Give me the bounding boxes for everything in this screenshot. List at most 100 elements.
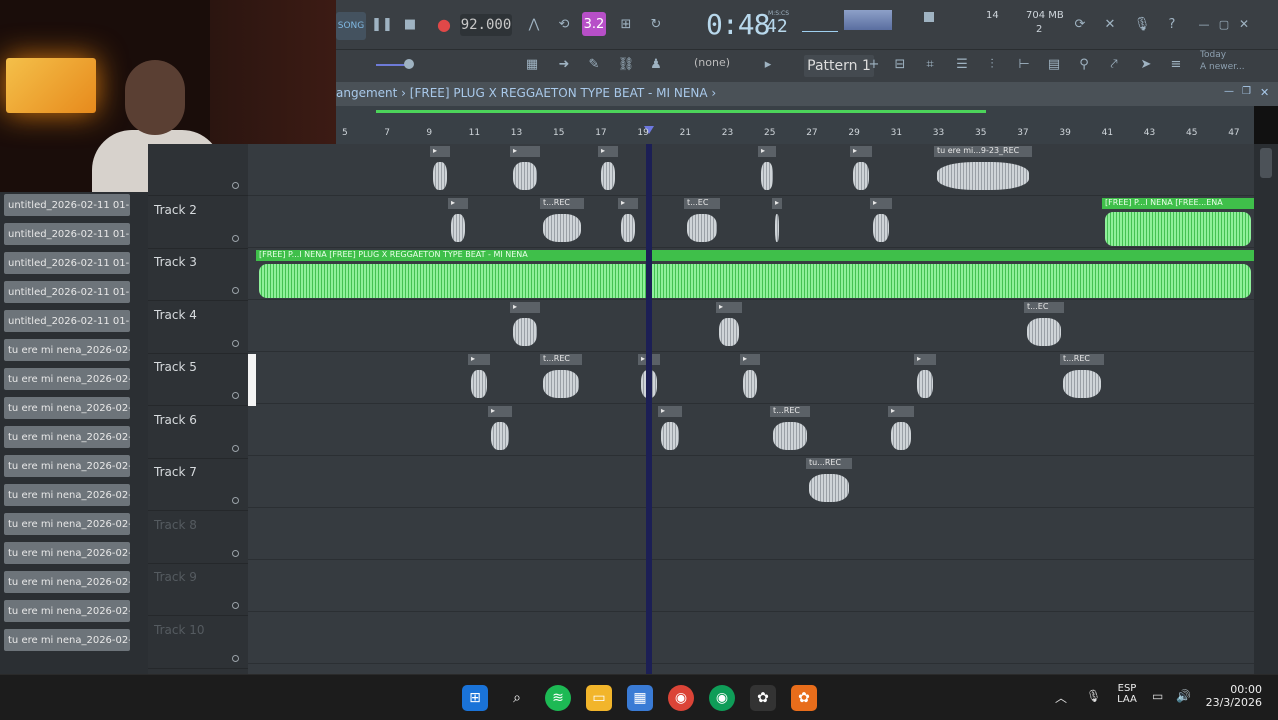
plugin-icon[interactable]: ⚲ — [1072, 52, 1096, 76]
chrome-icon[interactable]: ◉ — [668, 685, 694, 711]
browser-sample-item[interactable]: tu ere mi nena_2026-02-... — [4, 629, 130, 651]
piano-roll-icon[interactable]: ▦ — [520, 52, 544, 76]
playlist-restore-icon[interactable]: ❐ — [1242, 86, 1251, 97]
close-icon[interactable]: ✕ — [1232, 12, 1256, 36]
vertical-scrollbar[interactable] — [1254, 144, 1278, 674]
menu-icon[interactable]: ≡ — [1164, 52, 1188, 76]
audio-clip[interactable]: ▸ — [618, 198, 638, 246]
track-select-icon[interactable] — [232, 497, 239, 504]
track-header[interactable]: Track 8 — [148, 512, 248, 564]
audio-clip[interactable]: tu ere mi...9-23_REC — [934, 146, 1032, 194]
track-select-icon[interactable] — [232, 654, 239, 662]
arrow-right-small-icon[interactable]: ▸ — [756, 52, 780, 76]
microphone-icon[interactable]: 🎙 — [1130, 12, 1154, 36]
audio-clip[interactable]: [FREE] P...I NENA [FREE...ENA — [1102, 198, 1254, 246]
breadcrumb[interactable]: angement › [FREE] PLUG X REGGAETON TYPE … — [336, 86, 716, 100]
playlist-minimize-icon[interactable]: — — [1224, 86, 1234, 97]
audio-clip[interactable]: t...EC — [1024, 302, 1064, 350]
file-icon[interactable]: ▤ — [1042, 52, 1066, 76]
browser-sample-item[interactable]: tu ere mi nena_2026-02-... — [4, 426, 130, 448]
audio-clip[interactable]: ▸ — [510, 146, 540, 194]
audio-clip[interactable]: ▸ — [716, 302, 742, 350]
tempo-display[interactable]: 92.000 — [460, 14, 512, 36]
refresh-icon[interactable]: ⟳ — [1068, 12, 1092, 36]
audio-clip[interactable]: ▸ — [758, 146, 776, 194]
audio-clip[interactable]: tu...REC — [806, 458, 852, 506]
browser-sample-item[interactable]: tu ere mi nena_2026-02-... — [4, 339, 130, 361]
spotify-icon[interactable]: ≋ — [545, 685, 571, 711]
mixer-icon[interactable]: ⫶ — [980, 52, 1004, 76]
master-pitch-knob[interactable] — [404, 59, 414, 69]
track-header[interactable]: Track 9 — [148, 564, 248, 616]
audio-clip[interactable]: t...REC — [540, 354, 582, 402]
audio-clip[interactable]: ▸ — [488, 406, 512, 454]
playhead[interactable] — [646, 144, 652, 674]
track-select-icon[interactable] — [232, 182, 239, 189]
audio-clip[interactable]: t...REC — [1060, 354, 1104, 402]
browser-sample-item[interactable]: tu ere mi nena_2026-02-... — [4, 484, 130, 506]
browser-sample-item[interactable]: tu ere mi nena_2026-02-... — [4, 368, 130, 390]
track-header[interactable]: Track 7 — [148, 459, 248, 511]
loop-record-icon[interactable]: ↻ — [644, 12, 668, 36]
audio-clip[interactable]: t...REC — [770, 406, 810, 454]
language-indicator[interactable]: ESP LAA — [1110, 683, 1144, 705]
store-icon[interactable]: ▦ — [627, 685, 653, 711]
browser-sample-item[interactable]: untitled_2026-02-11 01-... — [4, 281, 130, 303]
chrome-profile-icon[interactable]: ◉ — [709, 685, 735, 711]
audio-clip[interactable]: ▸ — [888, 406, 914, 454]
volume-icon[interactable]: 🔊 — [1176, 689, 1191, 703]
browser-sample-item[interactable]: tu ere mi nena_2026-02-... — [4, 513, 130, 535]
browser-sample-item[interactable]: tu ere mi nena_2026-02-... — [4, 455, 130, 477]
system-clock[interactable]: 00:00 23/3/2026 — [1200, 683, 1262, 709]
file-explorer-icon[interactable]: ▭ — [586, 685, 612, 711]
browser-sample-item[interactable]: tu ere mi nena_2026-02-... — [4, 397, 130, 419]
network-icon[interactable]: ▭ — [1152, 689, 1163, 703]
channel-rack-icon[interactable]: ☰ — [950, 52, 974, 76]
track-select-icon[interactable] — [232, 444, 239, 452]
track-select-icon[interactable] — [232, 602, 239, 609]
windows-start-icon[interactable]: ⊞ — [462, 685, 488, 711]
track-header[interactable] — [148, 144, 248, 196]
track-select-icon[interactable] — [232, 234, 239, 242]
audio-clip[interactable]: ▸ — [448, 198, 468, 246]
browser-sample-item[interactable]: untitled_2026-02-11 01-... — [4, 223, 130, 245]
render-icon[interactable]: ➤ — [1134, 52, 1158, 76]
audio-clip[interactable]: t...EC — [684, 198, 720, 246]
browser-sample-item[interactable]: tu ere mi nena_2026-02-... — [4, 542, 130, 564]
browser-sample-item[interactable]: untitled_2026-02-11 01-... — [4, 194, 130, 216]
add-pattern-icon[interactable]: + — [862, 52, 886, 76]
track-select-icon[interactable] — [232, 339, 239, 347]
record-icon[interactable]: ● — [432, 12, 456, 36]
wait-input-icon[interactable]: ⟲ — [552, 12, 576, 36]
track-header[interactable]: Track 6 — [148, 407, 248, 459]
fl-studio-active-icon[interactable]: ✿ — [791, 685, 817, 711]
overview-scroll[interactable] — [376, 110, 986, 113]
fl-studio-icon[interactable]: ✿ — [750, 685, 776, 711]
audio-clip[interactable]: ▸ — [510, 302, 540, 350]
audio-clip[interactable]: t...REC — [540, 198, 584, 246]
tray-mic-icon[interactable]: 🎙 — [1086, 689, 1101, 703]
track-select-icon[interactable] — [232, 392, 239, 399]
tray-chevron-icon[interactable]: ︿ — [1055, 689, 1067, 706]
track-select-icon[interactable] — [232, 287, 239, 294]
countdown-icon[interactable]: 3.2 — [582, 12, 606, 36]
browser-sample-item[interactable]: tu ere mi nena_2026-02-... — [4, 571, 130, 593]
search-icon[interactable]: ⌕ — [504, 685, 530, 711]
tools-icon[interactable]: ✕ — [1098, 12, 1122, 36]
audio-clip[interactable]: ▸ — [658, 406, 682, 454]
audio-clip[interactable]: ▸ — [870, 198, 892, 246]
browser-icon[interactable]: ⊢ — [1012, 52, 1036, 76]
audio-clip[interactable]: ▸ — [468, 354, 490, 402]
stop-icon[interactable]: ■ — [398, 12, 422, 36]
audio-clip[interactable]: ▸ — [430, 146, 450, 194]
track-header[interactable]: Track 5 — [148, 354, 248, 406]
playlist-close-icon[interactable]: ✕ — [1260, 86, 1269, 99]
step-edit-icon[interactable]: ⊞ — [614, 12, 638, 36]
audio-clip[interactable]: ▸ — [850, 146, 872, 194]
track-header[interactable]: Track 10 — [148, 617, 248, 669]
track-header[interactable]: Track 3 — [148, 249, 248, 301]
timeline-ruler[interactable]: 5 7 9 11 13 15 17 19 21 23 25 27 29 31 33 35 37 39 41 43 45 4… — [336, 106, 1254, 144]
browser-sample-item[interactable]: tu ere mi nena_2026-02-... — [4, 600, 130, 622]
time-display[interactable]: 0:48 — [706, 8, 770, 41]
step-sequencer-icon[interactable]: ⌗ — [918, 52, 942, 76]
